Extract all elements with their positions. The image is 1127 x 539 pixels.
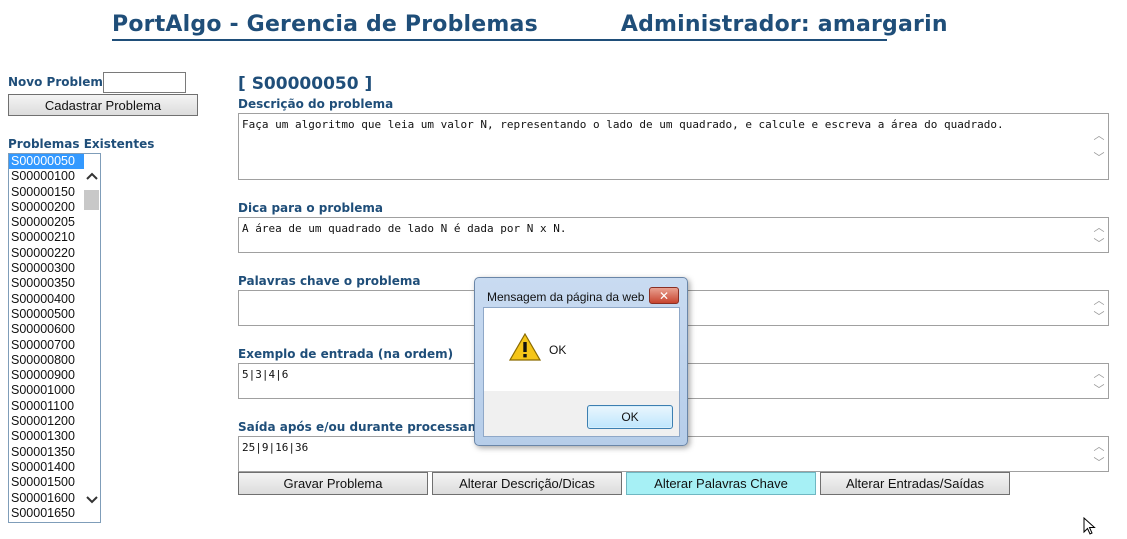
mouse-cursor-icon (1083, 516, 1096, 539)
input-example-label: Exemplo de entrada (na ordem) (238, 347, 454, 361)
scroll-up-icon[interactable]: ︿ (1092, 220, 1106, 236)
scroll-down-icon[interactable]: ﹀ (1092, 382, 1106, 398)
input-example-text: 5|3|4|6 (242, 368, 289, 381)
app-title: PortAlgo - Gerencia de Problemas (112, 12, 538, 37)
output-text: 25|9|16|36 (242, 441, 309, 454)
page-header: PortAlgo - Gerencia de Problemas Administ… (112, 12, 948, 37)
description-text: Faça um algoritmo que leia um valor N, r… (242, 118, 1004, 131)
message-dialog: Mensagem da página da web ✕ OK OK (474, 277, 688, 446)
edit-keywords-button[interactable]: Alterar Palavras Chave (626, 472, 816, 495)
edit-io-button[interactable]: Alterar Entradas/Saídas (820, 472, 1010, 495)
hint-text: A área de um quadrado de lado N é dada p… (242, 222, 567, 235)
dialog-body: OK OK (483, 307, 680, 437)
description-label: Descrição do problema (238, 97, 394, 111)
dialog-message: OK (549, 343, 567, 357)
scroll-down-icon[interactable]: ﹀ (1092, 236, 1106, 252)
scroll-down-icon[interactable] (86, 494, 98, 506)
scroll-up-icon[interactable] (86, 170, 98, 182)
new-problem-input[interactable] (103, 72, 186, 93)
edit-description-button[interactable]: Alterar Descrição/Dicas (432, 472, 622, 495)
list-scrollbar[interactable] (84, 154, 100, 522)
scroll-up-icon[interactable]: ︿ (1092, 439, 1106, 455)
scroll-down-icon[interactable]: ﹀ (1092, 309, 1106, 325)
dialog-ok-button[interactable]: OK (587, 405, 673, 429)
register-problem-button[interactable]: Cadastrar Problema (8, 94, 198, 116)
admin-label: Administrador: amargarin (620, 12, 948, 37)
existing-problems-label: Problemas Existentes (8, 137, 155, 151)
dialog-title: Mensagem da página da web (487, 290, 645, 304)
description-textarea[interactable]: Faça um algoritmo que leia um valor N, r… (238, 113, 1109, 180)
save-problem-button[interactable]: Gravar Problema (238, 472, 428, 495)
hint-label: Dica para o problema (238, 201, 383, 215)
warning-icon (508, 332, 542, 365)
scroll-up-icon[interactable]: ︿ (1092, 128, 1106, 144)
problems-listbox[interactable]: S00000050 S00000100 S00000150 S00000200 S000… (8, 153, 101, 523)
problem-id-heading: [ S00000050 ] (238, 74, 373, 94)
scroll-down-icon[interactable]: ﹀ (1092, 150, 1106, 166)
scroll-up-icon[interactable]: ︿ (1092, 366, 1106, 382)
output-label: Saída após e/ou durante processamento (238, 420, 511, 434)
keywords-label: Palavras chave o problema (238, 274, 421, 288)
scroll-up-icon[interactable]: ︿ (1092, 293, 1106, 309)
scroll-thumb[interactable] (84, 190, 99, 210)
hint-textarea[interactable]: A área de um quadrado de lado N é dada p… (238, 217, 1109, 253)
header-underline (112, 39, 887, 41)
scroll-down-icon[interactable]: ﹀ (1092, 455, 1106, 471)
new-problem-label: Novo Problema (8, 75, 111, 89)
close-icon[interactable]: ✕ (649, 287, 679, 304)
